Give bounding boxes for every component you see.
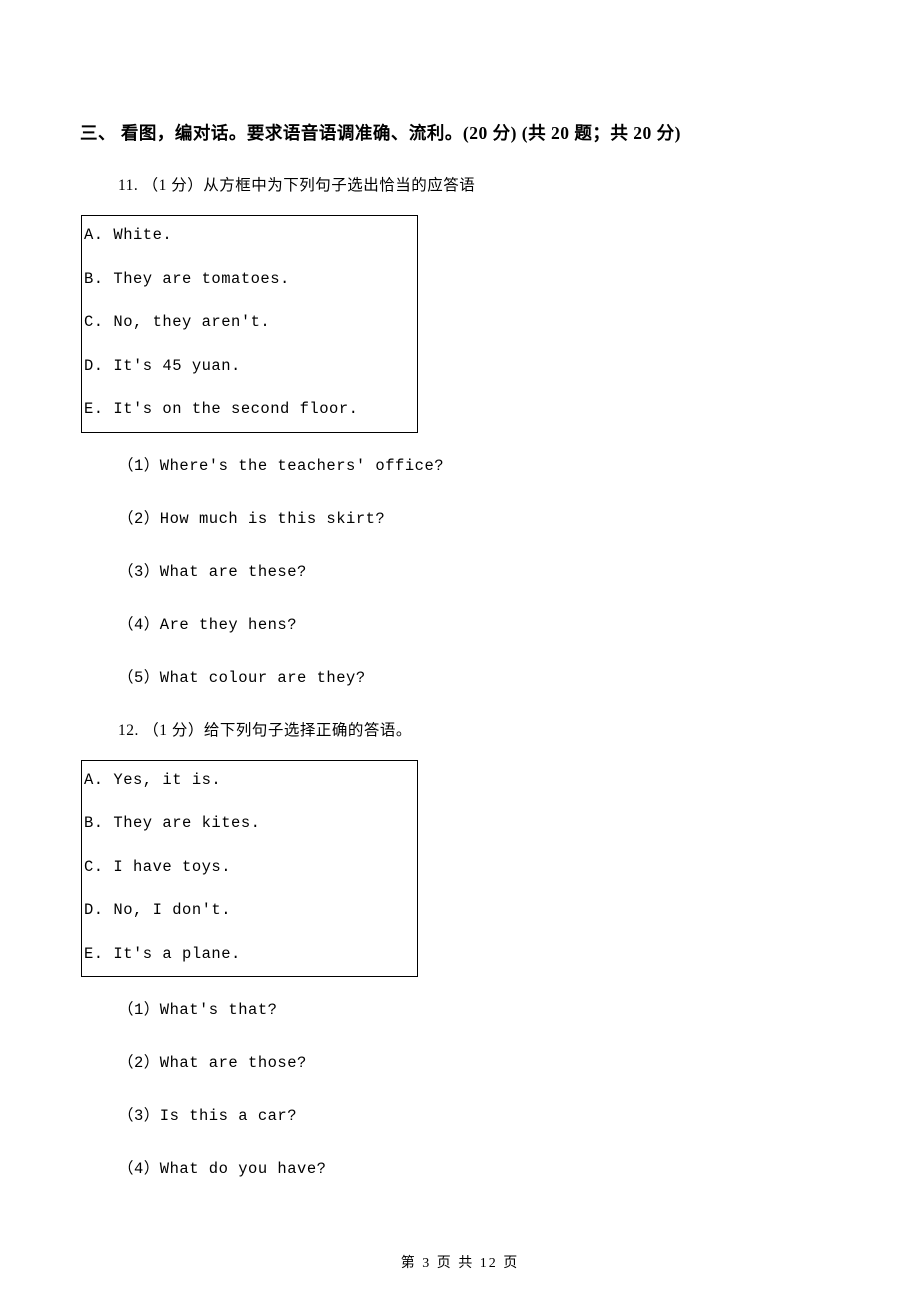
sub-question: （1）What's that? (118, 997, 840, 1019)
sub-question: （4）Are they hens? (118, 612, 840, 634)
option-item: A. White. (82, 228, 417, 244)
option-item: B. They are kites. (82, 816, 417, 832)
sub-question: （5）What colour are they? (118, 665, 840, 687)
question-11-subquestions: （1）Where's the teachers' office? （2）How … (118, 453, 840, 687)
sub-question: （2）How much is this skirt? (118, 506, 840, 528)
option-item: B. They are tomatoes. (82, 272, 417, 288)
option-item: D. It's 45 yuan. (82, 359, 417, 375)
option-item: E. It's a plane. (82, 947, 417, 963)
sub-question: （3）What are these? (118, 559, 840, 581)
sub-question: （2）What are those? (118, 1050, 840, 1072)
question-11-intro: 11. （1 分）从方框中为下列句子选出恰当的应答语 (118, 173, 840, 195)
option-item: E. It's on the second floor. (82, 402, 417, 418)
option-item: C. No, they aren't. (82, 315, 417, 331)
question-12-options-box: A. Yes, it is. B. They are kites. C. I h… (81, 760, 418, 978)
page-content: 三、 看图，编对话。要求语音语调准确、流利。(20 分) (共 20 题；共 2… (0, 0, 920, 1178)
option-item: A. Yes, it is. (82, 773, 417, 789)
option-item: D. No, I don't. (82, 903, 417, 919)
question-11-options-box: A. White. B. They are tomatoes. C. No, t… (81, 215, 418, 433)
question-12-intro: 12. （1 分）给下列句子选择正确的答语。 (118, 718, 840, 740)
question-12-subquestions: （1）What's that? （2）What are those? （3）Is… (118, 997, 840, 1178)
section-heading: 三、 看图，编对话。要求语音语调准确、流利。(20 分) (共 20 题；共 2… (80, 120, 840, 145)
sub-question: （4）What do you have? (118, 1156, 840, 1178)
sub-question: （1）Where's the teachers' office? (118, 453, 840, 475)
sub-question: （3）Is this a car? (118, 1103, 840, 1125)
option-item: C. I have toys. (82, 860, 417, 876)
page-footer: 第 3 页 共 12 页 (0, 1252, 920, 1272)
